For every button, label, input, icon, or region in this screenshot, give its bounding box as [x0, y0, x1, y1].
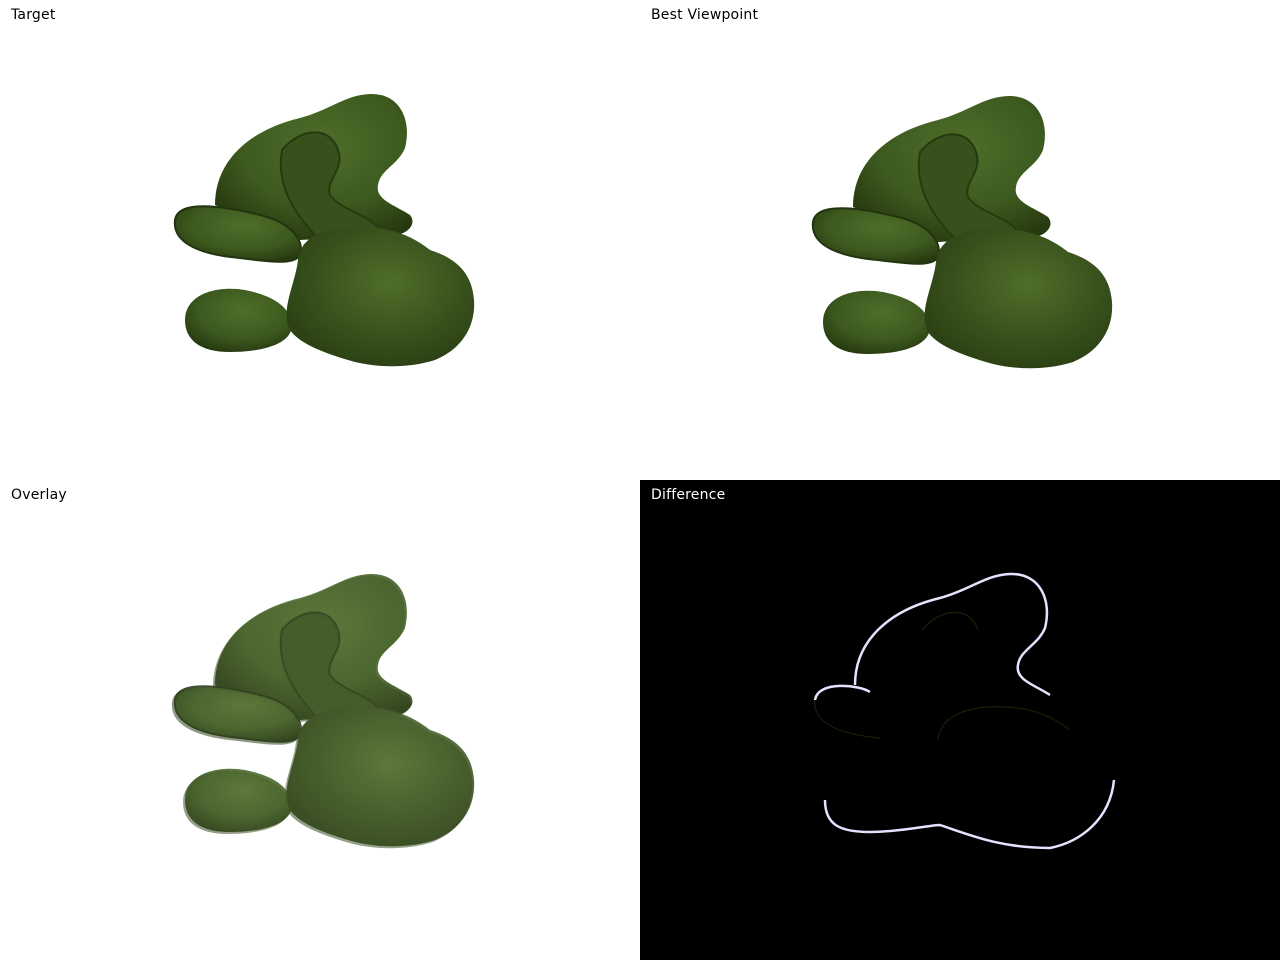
target-label: Target: [11, 7, 56, 23]
target-panel: Target: [0, 0, 640, 480]
overlay-label: Overlay: [11, 487, 67, 503]
difference-edge-render: [813, 572, 1116, 850]
viewpoint-comparison-grid: Target Best Viewpoint Overlay Difference: [0, 0, 1280, 960]
overlay-model-render: [171, 572, 476, 850]
best-viewpoint-label: Best Viewpoint: [651, 7, 759, 23]
best-viewpoint-panel: Best Viewpoint: [640, 0, 1280, 480]
best-viewpoint-model-render: [811, 94, 1114, 370]
difference-label: Difference: [651, 487, 726, 503]
difference-panel: Difference: [640, 480, 1280, 960]
target-model-render: [173, 92, 476, 368]
overlay-panel: Overlay: [0, 480, 640, 960]
